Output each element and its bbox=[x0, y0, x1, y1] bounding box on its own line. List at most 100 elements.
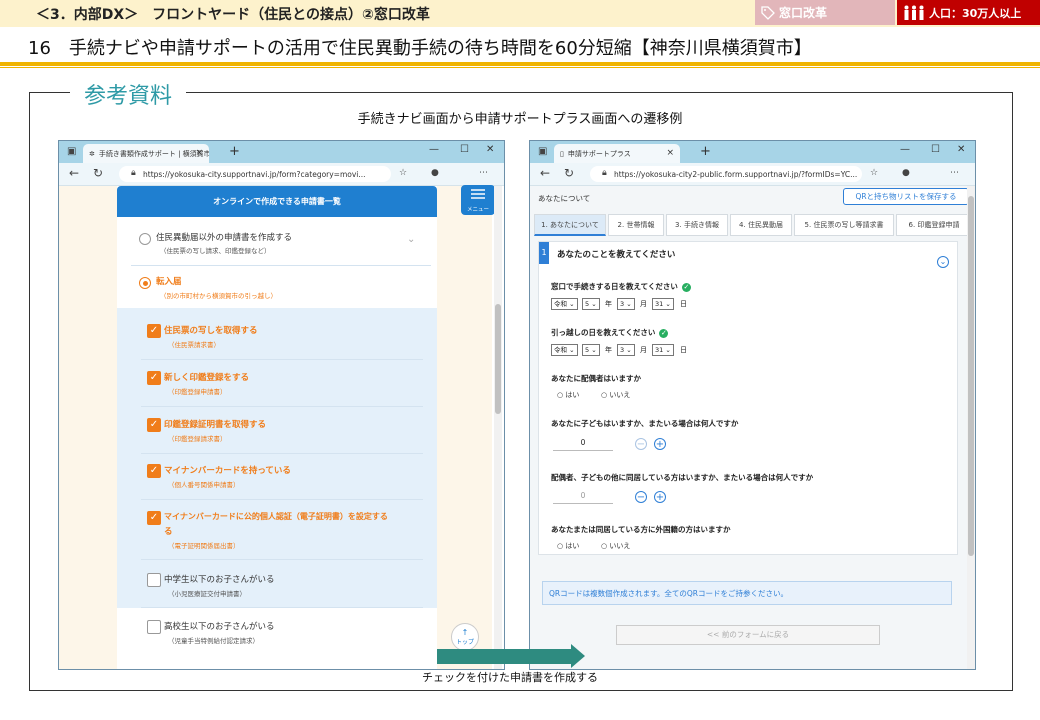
save-qr-button[interactable]: QRと持ち物リストを保存する bbox=[843, 188, 969, 205]
checkbox-chugakusei[interactable] bbox=[147, 573, 161, 587]
checklist-item-note: （個人番号関係申請書） bbox=[168, 481, 240, 489]
menu-label: メニュー bbox=[466, 207, 489, 213]
checklist-item-label: マイナンバーカードを持っている bbox=[164, 466, 291, 476]
panel-caption: チェックを付けた申請書を作成する bbox=[422, 671, 598, 684]
divider bbox=[141, 607, 423, 608]
favorite-icon[interactable]: ☆ bbox=[870, 168, 878, 178]
close-window-icon[interactable]: ✕ bbox=[957, 144, 965, 155]
reload-icon[interactable]: ↻ bbox=[93, 166, 103, 180]
decrement-icon[interactable]: − bbox=[635, 438, 647, 450]
checkbox-inkan-toroku[interactable]: ✓ bbox=[147, 371, 161, 385]
page-label: あなたについて bbox=[538, 194, 591, 203]
reload-icon[interactable]: ↻ bbox=[564, 166, 574, 180]
lock-icon: 🔒︎ bbox=[131, 168, 136, 178]
scrollbar[interactable] bbox=[967, 186, 975, 669]
maximize-icon[interactable]: ☐ bbox=[460, 144, 469, 155]
spouse-yes-radio[interactable]: ○ はい bbox=[557, 390, 579, 400]
tag-icon bbox=[761, 5, 775, 20]
children-count-input[interactable]: 0 bbox=[553, 438, 613, 451]
option-radio-tennyu[interactable] bbox=[139, 277, 151, 289]
collapse-chevron-icon[interactable]: ⌄ bbox=[937, 256, 949, 268]
checkbox-mynumber[interactable]: ✓ bbox=[147, 464, 161, 478]
browser-tab[interactable]: ▯ 申請サポートプラス × bbox=[554, 144, 680, 163]
tab-about-you[interactable]: 1. あなたについて bbox=[534, 214, 606, 236]
day-value: 31 bbox=[655, 300, 664, 308]
tab-residence-change[interactable]: 4. 住民異動届 bbox=[730, 214, 792, 236]
decrement-icon[interactable]: − bbox=[635, 491, 647, 503]
year-value: 5 bbox=[585, 300, 590, 308]
right-browser-window: ▣ ▯ 申請サポートプラス × + — ☐ ✕ ← ↻ https://yoko… bbox=[529, 140, 976, 670]
day-select[interactable]: 31 ⌄ bbox=[652, 298, 674, 310]
gear-icon: ✲ bbox=[89, 149, 95, 158]
minimize-icon[interactable]: — bbox=[429, 144, 439, 155]
previous-form-button[interactable]: << 前のフォームに戻る bbox=[616, 625, 880, 645]
month-select[interactable]: 3 ⌄ bbox=[617, 344, 635, 356]
browser-tab[interactable]: ✲ 手続き書類作成サポート | 横須賀市 × bbox=[83, 144, 209, 163]
menu-button[interactable]: メニュー bbox=[461, 185, 495, 215]
new-tab-icon[interactable]: + bbox=[700, 144, 711, 159]
checkbox-kokosei[interactable] bbox=[147, 620, 161, 634]
checklist-item-note: （印鑑登録申請書） bbox=[168, 388, 227, 396]
question-cohabitants: 配偶者、子どもの他に同居している方はいますか、またいる場合は何人ですか bbox=[551, 473, 814, 482]
tab-juminhyo-request[interactable]: 5. 住民票の写し等請求書 bbox=[794, 214, 894, 236]
checkbox-inkan-shomei[interactable]: ✓ bbox=[147, 418, 161, 432]
tab-actions-icon[interactable]: ▣ bbox=[538, 146, 547, 157]
day-value: 31 bbox=[655, 346, 664, 354]
era-value: 令和 bbox=[554, 346, 567, 354]
cohabitant-count-input[interactable]: 0 bbox=[553, 491, 613, 504]
tab-procedure[interactable]: 3. 手続き情報 bbox=[666, 214, 728, 236]
new-tab-icon[interactable]: + bbox=[229, 144, 240, 159]
day-unit: 日 bbox=[680, 346, 687, 354]
people-icon bbox=[903, 5, 925, 21]
checkbox-denshi-shomei[interactable]: ✓ bbox=[147, 511, 161, 525]
era-select[interactable]: 令和 ⌄ bbox=[551, 298, 578, 310]
scrollbar-thumb[interactable] bbox=[968, 196, 974, 556]
month-value: 3 bbox=[620, 346, 625, 354]
tab-actions-icon[interactable]: ▣ bbox=[67, 146, 76, 157]
year-unit: 年 bbox=[605, 300, 612, 308]
checklist-item-note: （住民票請求書） bbox=[168, 341, 220, 349]
minimize-icon[interactable]: — bbox=[900, 144, 910, 155]
spouse-no-radio[interactable]: ○ いいえ bbox=[601, 390, 630, 400]
scrollbar-thumb[interactable] bbox=[495, 304, 501, 414]
increment-icon[interactable]: + bbox=[654, 491, 666, 503]
checkbox-juminhyo[interactable]: ✓ bbox=[147, 324, 161, 338]
scrollbar[interactable] bbox=[494, 186, 502, 669]
profile-icon[interactable]: ● bbox=[431, 168, 439, 178]
chevron-down-icon[interactable]: ⌄ bbox=[407, 234, 415, 245]
tab-inkan-registration[interactable]: 6. 印鑑登録申請 bbox=[896, 214, 972, 236]
month-select[interactable]: 3 ⌄ bbox=[617, 298, 635, 310]
back-icon[interactable]: ← bbox=[540, 166, 550, 180]
back-to-top-button[interactable]: ↑ トップ bbox=[451, 623, 479, 651]
lock-icon: 🔒︎ bbox=[602, 168, 607, 178]
close-tab-icon[interactable]: × bbox=[195, 148, 203, 158]
foreign-yes-radio[interactable]: ○ はい bbox=[557, 541, 579, 551]
option-radio-other[interactable] bbox=[139, 233, 151, 245]
back-icon[interactable]: ← bbox=[69, 166, 79, 180]
era-select[interactable]: 令和 ⌄ bbox=[551, 344, 578, 356]
close-tab-icon[interactable]: × bbox=[666, 148, 674, 158]
checklist-area bbox=[117, 308, 437, 608]
address-bar[interactable]: https://yokosuka-city.supportnavi.jp/for… bbox=[119, 166, 391, 182]
divider bbox=[141, 406, 423, 407]
title-underline bbox=[0, 62, 1040, 66]
more-icon[interactable]: ⋯ bbox=[479, 168, 488, 178]
checklist-item-label: 住民票の写しを取得する bbox=[164, 326, 258, 336]
foreign-no-radio[interactable]: ○ いいえ bbox=[601, 541, 630, 551]
increment-icon[interactable]: + bbox=[654, 438, 666, 450]
divider bbox=[141, 499, 423, 500]
tab-household[interactable]: 2. 世帯情報 bbox=[608, 214, 664, 236]
maximize-icon[interactable]: ☐ bbox=[931, 144, 940, 155]
address-bar[interactable]: https://yokosuka-city2-public.form.suppo… bbox=[590, 166, 862, 182]
population-tag-label: 人口：30万人以上 bbox=[929, 6, 1022, 20]
checklist-item-label: 印鑑登録証明書を取得する bbox=[164, 420, 267, 430]
year-select[interactable]: 5 ⌄ bbox=[582, 344, 600, 356]
day-select[interactable]: 31 ⌄ bbox=[652, 344, 674, 356]
close-window-icon[interactable]: ✕ bbox=[486, 144, 494, 155]
profile-icon[interactable]: ● bbox=[902, 168, 910, 178]
no-label: いいえ bbox=[609, 542, 631, 550]
more-icon[interactable]: ⋯ bbox=[950, 168, 959, 178]
year-select[interactable]: 5 ⌄ bbox=[582, 298, 600, 310]
month-unit: 月 bbox=[640, 300, 647, 308]
favorite-icon[interactable]: ☆ bbox=[399, 168, 407, 178]
